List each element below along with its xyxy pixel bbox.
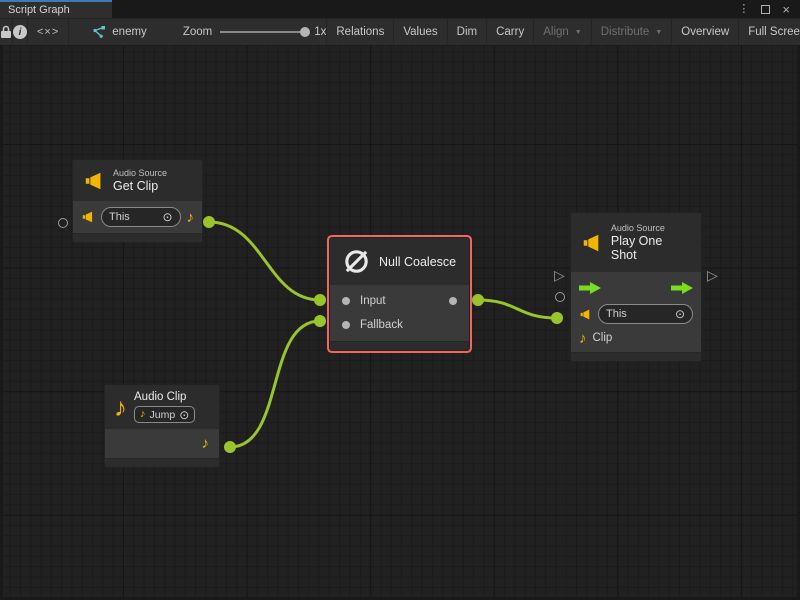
node-footer [105, 458, 219, 467]
node-category: Audio Source [113, 168, 167, 178]
node-footer [73, 233, 202, 242]
play-one-shot-target-input-port[interactable] [555, 292, 565, 302]
clip-port-label: Clip [593, 332, 613, 344]
audio-clip-icon: ♪ [114, 394, 127, 420]
object-picker-icon[interactable]: ⊙ [179, 408, 189, 422]
tab-script-graph[interactable]: Script Graph [0, 0, 112, 18]
node-title: Play One Shot [611, 234, 691, 262]
node-header: ♪ Audio Clip ♪ Jump ⊙ [105, 385, 219, 429]
null-output-port[interactable] [472, 294, 484, 306]
node-header: Audio Source Get Clip [73, 160, 202, 201]
overview-button[interactable]: Overview [672, 19, 739, 45]
this-object-field[interactable]: This ⊙ [598, 304, 693, 324]
graph-toolbar: i <×> enemy Zoom 1x Relations Values Dim… [0, 18, 800, 46]
tab-strip: Script Graph ⋮ × [0, 0, 800, 18]
result-port-dot[interactable] [449, 297, 457, 305]
null-coalesce-icon [342, 247, 371, 276]
get-clip-output-port[interactable] [203, 216, 215, 228]
fallback-port-label: Fallback [360, 319, 403, 331]
input-port-dot[interactable] [342, 297, 350, 305]
menu-dots-icon[interactable]: ⋮ [738, 4, 749, 15]
zoom-label: Zoom [183, 26, 212, 38]
audio-source-icon [81, 210, 95, 224]
audio-source-icon [83, 170, 105, 192]
wire-audioclip-to-null-fallback[interactable] [230, 321, 320, 447]
align-dropdown[interactable]: Align ▼ [534, 19, 592, 45]
get-clip-target-input-port[interactable] [58, 218, 68, 228]
music-note-icon: ♪ [140, 409, 146, 420]
info-icon: i [13, 25, 27, 39]
node-play-one-shot[interactable]: Audio Source Play One Shot This [571, 213, 701, 361]
flow-input-port[interactable]: ▷ [554, 268, 565, 282]
carry-button[interactable]: Carry [487, 19, 534, 45]
graph-canvas[interactable]: Audio Source Get Clip This ⊙ ♪ [0, 46, 800, 600]
node-header: Null Coalesce [330, 238, 469, 285]
graph-breadcrumb[interactable]: enemy [91, 19, 147, 45]
node-footer [571, 352, 701, 361]
object-picker-icon[interactable]: ⊙ [162, 210, 172, 224]
null-fallback-port[interactable] [314, 315, 326, 327]
node-title: Get Clip [113, 179, 167, 193]
zoom-slider[interactable] [220, 31, 306, 33]
node-header: Audio Source Play One Shot [571, 213, 701, 272]
chevron-down-icon: ▼ [575, 29, 582, 36]
flow-in-arrow-icon[interactable] [579, 282, 601, 294]
zoom-slider-handle[interactable] [300, 27, 310, 37]
null-input-port[interactable] [314, 294, 326, 306]
play-one-shot-clip-port[interactable] [551, 312, 563, 324]
audio-clip-output-icon: ♪ [202, 436, 210, 451]
audio-source-icon [581, 232, 603, 254]
zoom-control: Zoom 1x [183, 19, 327, 45]
audio-clip-object-field[interactable]: ♪ Jump ⊙ [134, 406, 195, 423]
fullscreen-button[interactable]: Full Screen [739, 19, 800, 45]
tab-label: Script Graph [8, 4, 70, 16]
object-picker-icon[interactable]: ⊙ [675, 307, 685, 321]
window-controls: ⋮ × [738, 0, 800, 18]
info-button[interactable]: i [13, 19, 28, 45]
flow-output-port[interactable]: ▷ [707, 268, 718, 282]
distribute-dropdown[interactable]: Distribute ▼ [592, 19, 673, 45]
input-port-label: Input [360, 295, 386, 307]
close-icon[interactable]: × [782, 3, 790, 16]
lock-button[interactable] [0, 19, 13, 45]
graph-name: enemy [112, 26, 147, 38]
fallback-port-dot[interactable] [342, 321, 350, 329]
maximize-icon[interactable] [761, 5, 770, 14]
this-object-field[interactable]: This ⊙ [101, 207, 181, 227]
node-get-clip[interactable]: Audio Source Get Clip This ⊙ ♪ [73, 160, 202, 242]
code-preview-button[interactable]: <×> [28, 19, 69, 45]
zoom-value: 1x [314, 26, 326, 38]
graph-icon [91, 25, 106, 39]
audio-clip-output-icon: ♪ [187, 210, 195, 225]
audio-clip-output-port[interactable] [224, 441, 236, 453]
relations-button[interactable]: Relations [326, 19, 394, 45]
node-null-coalesce[interactable]: Null Coalesce Input Fallback [330, 238, 469, 350]
wire-null-to-playoneshot-clip[interactable] [478, 300, 557, 318]
node-category: Audio Source [611, 223, 691, 233]
wire-getclip-to-null-input[interactable] [209, 222, 320, 300]
audio-source-icon [579, 308, 592, 321]
clip-input-icon: ♪ [579, 331, 587, 346]
flow-out-arrow-icon[interactable] [671, 282, 693, 294]
toolbar-buttons: Relations Values Dim Carry Align ▼ Distr… [326, 19, 800, 45]
node-title: Audio Clip [134, 391, 195, 403]
node-audio-clip[interactable]: ♪ Audio Clip ♪ Jump ⊙ ♪ [105, 385, 219, 467]
values-button[interactable]: Values [394, 19, 447, 45]
lock-icon [0, 25, 12, 39]
dim-button[interactable]: Dim [448, 19, 487, 45]
chevron-down-icon: ▼ [655, 29, 662, 36]
node-footer [330, 341, 469, 350]
node-title: Null Coalesce [379, 255, 456, 269]
code-icon: <×> [37, 26, 59, 38]
